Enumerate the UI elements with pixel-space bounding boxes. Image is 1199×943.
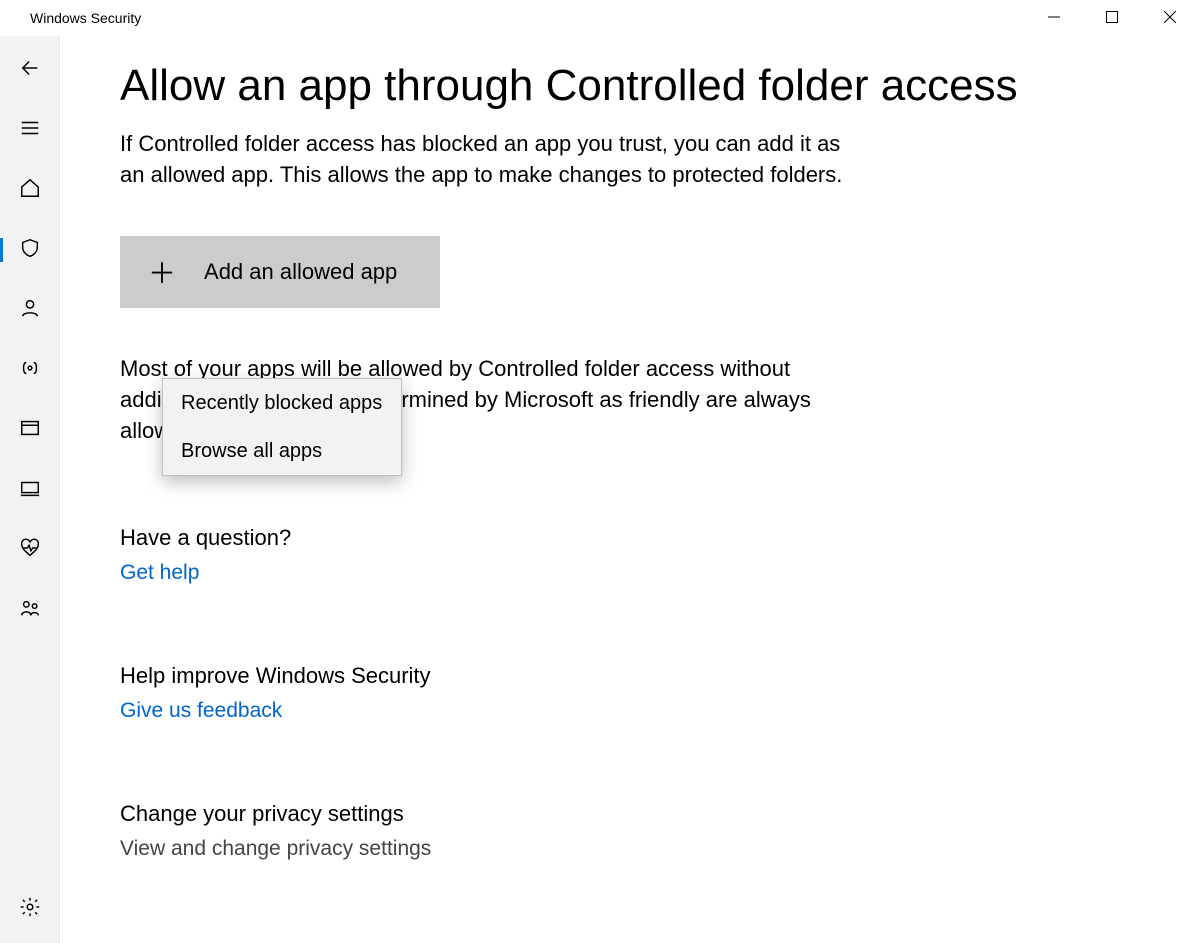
sidebar-item-account[interactable] bbox=[0, 280, 60, 340]
improve-section: Help improve Windows Security Give us fe… bbox=[120, 663, 1159, 723]
maximize-icon bbox=[1106, 10, 1118, 26]
page-title: Allow an app through Controlled folder a… bbox=[120, 60, 1159, 113]
sidebar-item-virus-threat[interactable] bbox=[0, 220, 60, 280]
add-allowed-app-label: Add an allowed app bbox=[204, 259, 397, 285]
maximize-button[interactable] bbox=[1083, 0, 1141, 36]
sidebar bbox=[0, 36, 60, 943]
family-icon bbox=[19, 597, 41, 624]
privacy-text: View and change privacy settings bbox=[120, 837, 1159, 861]
close-button[interactable] bbox=[1141, 0, 1199, 36]
back-button[interactable] bbox=[0, 40, 60, 100]
add-allowed-app-button[interactable]: ＋ Add an allowed app bbox=[120, 236, 440, 308]
sidebar-item-device-performance[interactable] bbox=[0, 520, 60, 580]
help-section: Have a question? Get help bbox=[120, 525, 1159, 585]
app-browser-icon bbox=[19, 417, 41, 444]
shield-icon bbox=[19, 237, 41, 264]
window-controls bbox=[1025, 0, 1199, 36]
arrow-left-icon bbox=[19, 57, 41, 84]
title-bar: Windows Security bbox=[0, 0, 1199, 36]
home-icon bbox=[19, 177, 41, 204]
menu-button[interactable] bbox=[0, 100, 60, 160]
sidebar-item-settings[interactable] bbox=[0, 879, 60, 939]
account-icon bbox=[19, 297, 41, 324]
close-icon bbox=[1164, 10, 1176, 26]
plus-icon: ＋ bbox=[148, 252, 176, 292]
privacy-title: Change your privacy settings bbox=[120, 801, 1159, 827]
sidebar-item-family[interactable] bbox=[0, 580, 60, 640]
gear-icon bbox=[19, 896, 41, 923]
dropdown-item-recently-blocked[interactable]: Recently blocked apps bbox=[163, 379, 401, 427]
menu-icon bbox=[19, 117, 41, 144]
page-description: If Controlled folder access has blocked … bbox=[120, 129, 860, 191]
firewall-icon bbox=[19, 357, 41, 384]
get-help-link[interactable]: Get help bbox=[120, 561, 1159, 585]
dropdown-item-browse-all[interactable]: Browse all apps bbox=[163, 427, 401, 475]
sidebar-item-home[interactable] bbox=[0, 160, 60, 220]
privacy-section: Change your privacy settings View and ch… bbox=[120, 801, 1159, 861]
window-title: Windows Security bbox=[30, 10, 141, 26]
sidebar-item-device-security[interactable] bbox=[0, 460, 60, 520]
give-feedback-link[interactable]: Give us feedback bbox=[120, 699, 1159, 723]
sidebar-item-firewall[interactable] bbox=[0, 340, 60, 400]
minimize-icon bbox=[1048, 10, 1060, 26]
heart-icon bbox=[19, 537, 41, 564]
improve-title: Help improve Windows Security bbox=[120, 663, 1159, 689]
add-app-dropdown: Recently blocked apps Browse all apps bbox=[162, 378, 402, 476]
sidebar-item-app-browser[interactable] bbox=[0, 400, 60, 460]
device-security-icon bbox=[19, 477, 41, 504]
minimize-button[interactable] bbox=[1025, 0, 1083, 36]
help-question: Have a question? bbox=[120, 525, 1159, 551]
